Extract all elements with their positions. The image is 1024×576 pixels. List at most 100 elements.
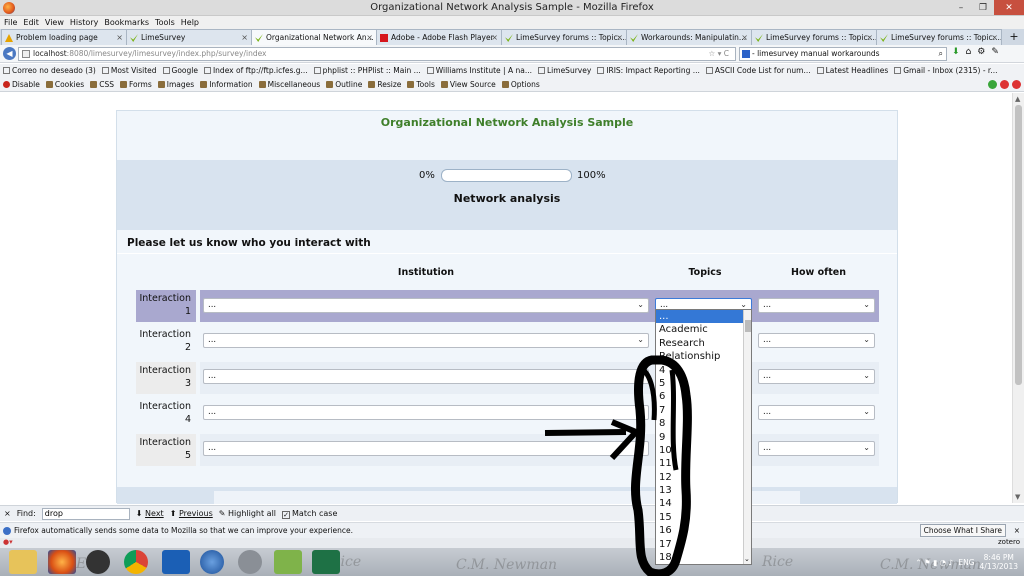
dropdown-option[interactable]: 7 [656, 404, 751, 417]
bookmark-item[interactable]: ASCII Code List for num... [705, 64, 811, 78]
extension-icon[interactable]: ✎ [991, 47, 999, 57]
new-tab-button[interactable]: + [1006, 29, 1022, 45]
dev-tools[interactable]: Tools [407, 78, 435, 91]
dropdown-option[interactable]: Academic [656, 323, 751, 336]
dev-cookies[interactable]: Cookies [45, 78, 84, 91]
match-case-checkbox[interactable]: ✓ Match case [282, 509, 337, 519]
addon-icon[interactable]: ●▾ [3, 538, 13, 546]
menu-bookmarks[interactable]: Bookmarks [104, 16, 149, 29]
tab-workarounds[interactable]: Workarounds: Manipulatin... × [626, 29, 752, 45]
bookmark-item[interactable]: Index of ftp://ftp.icfes.g... [203, 64, 308, 78]
firefox-icon[interactable] [48, 550, 76, 574]
dev-css[interactable]: CSS [90, 78, 114, 91]
tab-limesurvey[interactable]: LimeSurvey × [126, 29, 252, 45]
search-input[interactable]: - limesurvey manual workarounds ⌕ [739, 47, 947, 61]
chrome-icon[interactable] [124, 550, 148, 574]
how-often-select[interactable]: ... ⌄ [758, 369, 875, 384]
tab-adobe-flash[interactable]: Adobe - Adobe Flash Player × [376, 29, 502, 45]
file-explorer-icon[interactable] [9, 550, 37, 574]
dev-options[interactable]: Options [501, 78, 540, 91]
dropdown-option[interactable]: Research [656, 337, 751, 350]
menu-edit[interactable]: Edit [23, 16, 39, 29]
dropdown-option[interactable]: 6 [656, 390, 751, 403]
scroll-thumb[interactable] [1015, 105, 1022, 385]
dropdown-option[interactable]: 4 [656, 364, 751, 377]
addon-icon[interactable]: ⚙ [977, 47, 985, 57]
clock[interactable]: 8:46 PM 4/13/2013 [980, 553, 1018, 571]
dev-disable[interactable]: Disable [3, 78, 40, 91]
dropdown-option[interactable]: 8 [656, 417, 751, 430]
bookmark-item[interactable]: phplist :: PHPlist :: Main ... [313, 64, 421, 78]
bookmark-item[interactable]: Williams Institute | A na... [426, 64, 532, 78]
bookmark-item[interactable]: Google [162, 64, 198, 78]
search-engine-icon[interactable] [742, 50, 750, 58]
language-indicator[interactable]: ENG [958, 558, 974, 567]
menu-history[interactable]: History [70, 16, 98, 29]
dropdown-option[interactable]: Relationship [656, 350, 751, 363]
tab-close-icon[interactable]: × [116, 30, 123, 45]
menu-tools[interactable]: Tools [155, 16, 175, 29]
tab-close-icon[interactable]: × [241, 30, 248, 45]
tab-close-icon[interactable]: × [991, 30, 998, 45]
url-controls[interactable]: ☆ ▾ C [709, 48, 730, 60]
highlight-all-button[interactable]: ✎ Highlight all [219, 509, 276, 518]
url-bar[interactable]: localhost:8080/limesurvey/limesurvey/ind… [18, 47, 736, 61]
close-notification-icon[interactable]: × [1014, 523, 1020, 538]
bookmark-item[interactable]: LimeSurvey [538, 64, 591, 78]
tray-icons[interactable]: ⌃ ⚑ ▮ ◔ ♪ [915, 558, 953, 567]
error-icon[interactable] [1012, 80, 1021, 89]
choose-what-i-share-button[interactable]: Choose What I Share [919, 524, 1006, 537]
tab-close-icon[interactable]: × [491, 30, 498, 45]
outlook-icon[interactable] [162, 550, 190, 574]
tab-problem-loading[interactable]: Problem loading page × [1, 29, 127, 45]
page-scrollbar[interactable]: ▲ ▼ [1012, 93, 1024, 503]
zotero-label[interactable]: zotero [998, 538, 1020, 546]
tab-limesurvey-forums-1[interactable]: LimeSurvey forums :: Topic:... × [501, 29, 627, 45]
dropdown-option[interactable]: 14 [656, 497, 751, 510]
browser-icon[interactable] [200, 550, 224, 574]
tab-organizational-network[interactable]: Organizational Network An... × [251, 29, 377, 45]
dropdown-option[interactable]: 11 [656, 457, 751, 470]
dropdown-option[interactable]: 16 [656, 524, 751, 537]
tab-close-icon[interactable]: × [741, 30, 748, 45]
tab-limesurvey-forums-3[interactable]: LimeSurvey forums :: Topic:... × [876, 29, 1002, 45]
institution-select[interactable]: ... ⌄ [203, 441, 649, 456]
dropdown-option[interactable]: 15 [656, 511, 751, 524]
dev-information[interactable]: Information [200, 78, 253, 91]
topics-dropdown-list[interactable]: ⌄ ... Academic Research Relationship 4 5 6 7 8 9 1… [655, 309, 752, 565]
tab-close-icon[interactable]: × [616, 30, 623, 45]
app-f-icon[interactable] [86, 550, 110, 574]
find-input[interactable] [41, 507, 130, 520]
bookmark-item[interactable]: Gmail - Inbox (2315) - r... [894, 64, 997, 78]
scroll-up-icon[interactable]: ▲ [1015, 95, 1020, 103]
dropdown-option[interactable]: 13 [656, 484, 751, 497]
dev-view-source[interactable]: View Source [440, 78, 496, 91]
institution-select[interactable]: ... ⌄ [203, 333, 649, 348]
institution-select[interactable]: ... ⌄ [203, 405, 649, 420]
menu-file[interactable]: File [4, 16, 17, 29]
tab-close-icon[interactable]: × [366, 30, 373, 45]
app-icon[interactable] [274, 550, 302, 574]
error-icon[interactable] [1000, 80, 1009, 89]
excel-icon[interactable] [312, 550, 340, 574]
menu-view[interactable]: View [45, 16, 64, 29]
chevron-down-icon[interactable]: ⌄ [744, 555, 750, 563]
dev-images[interactable]: Images [157, 78, 194, 91]
menu-help[interactable]: Help [181, 16, 199, 29]
home-icon[interactable]: ⌂ [966, 47, 972, 57]
dev-resize[interactable]: Resize [368, 78, 401, 91]
dev-forms[interactable]: Forms [119, 78, 152, 91]
close-window-button[interactable]: ✕ [994, 0, 1024, 15]
restore-button[interactable]: ❐ [972, 0, 994, 15]
dropdown-scroll-thumb[interactable] [745, 320, 751, 332]
how-often-select[interactable]: ... ⌄ [758, 405, 875, 420]
dev-miscellaneous[interactable]: Miscellaneous [258, 78, 320, 91]
dropdown-option[interactable]: ... [656, 310, 751, 324]
close-find-icon[interactable]: × [4, 509, 11, 518]
dropdown-option[interactable]: 12 [656, 471, 751, 484]
app-icon[interactable] [238, 550, 262, 574]
bookmark-item[interactable]: Latest Headlines [816, 64, 888, 78]
bookmark-item[interactable]: Most Visited [101, 64, 157, 78]
dropdown-option[interactable]: 9 [656, 431, 751, 444]
dev-outline[interactable]: Outline [326, 78, 362, 91]
